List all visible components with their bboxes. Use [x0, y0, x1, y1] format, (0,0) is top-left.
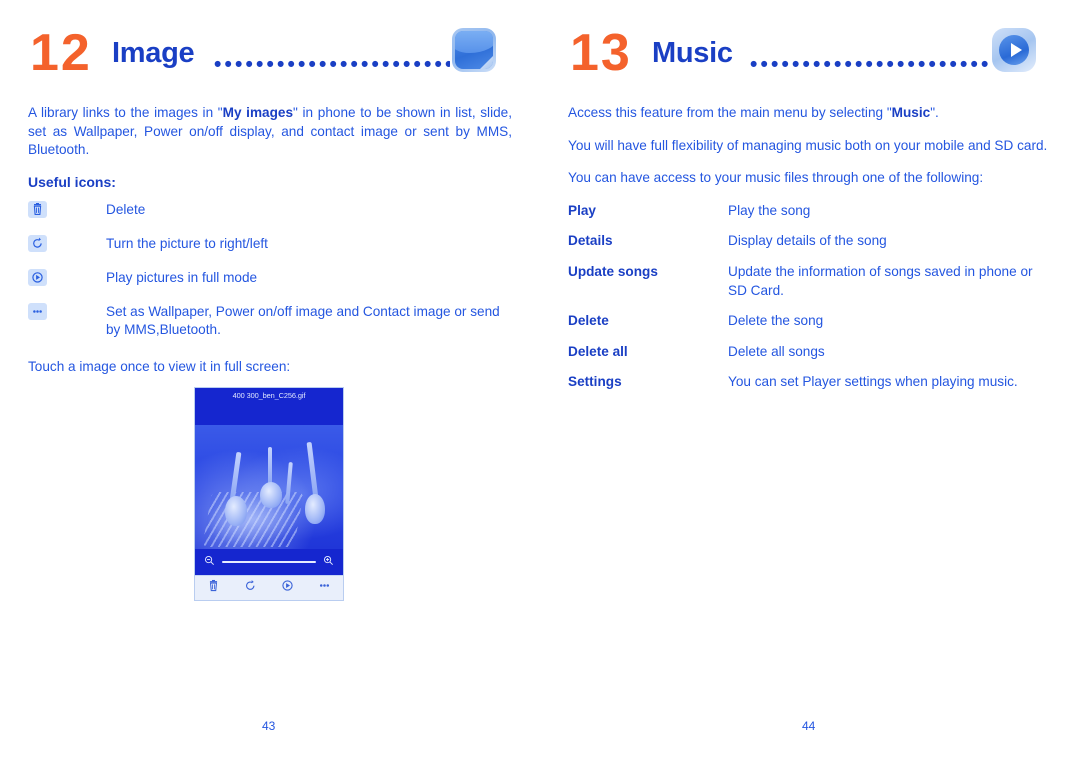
definition-description: Display details of the song	[728, 233, 887, 249]
definition-description: Delete the song	[728, 313, 824, 329]
music-intro-after: ".	[930, 105, 939, 120]
chapter-title: Music	[652, 37, 733, 69]
icon-cell	[28, 234, 106, 257]
chapter-title: Image	[112, 37, 195, 69]
music-intro-paragraph: Access this feature from the main menu b…	[568, 104, 1052, 123]
icon-list-item: Delete	[28, 200, 512, 223]
zoom-in-icon[interactable]	[323, 553, 334, 571]
intro-text-before: A library links to the images in "	[28, 105, 223, 120]
icon-list-item: Turn the picture to right/left	[28, 234, 512, 257]
definition-term: Settings	[568, 374, 622, 390]
dot-leader: •••••••••••••••••••••••••••••	[214, 60, 450, 70]
chapter-number: 13	[570, 24, 632, 82]
definition-row: Settings You can set Player settings whe…	[568, 373, 1052, 392]
definition-description: Update the information of songs saved in…	[728, 263, 1033, 298]
music-intro-before: Access this feature from the main menu b…	[568, 105, 892, 120]
icon-list-label: Play pictures in full mode	[106, 269, 258, 285]
music-play-icon	[992, 28, 1040, 76]
screenshot-toolbar	[195, 574, 343, 600]
rotate-right-icon[interactable]	[243, 578, 258, 598]
definition-term: Delete all	[568, 343, 628, 359]
page-number: 44	[802, 719, 816, 733]
image-picture-icon	[452, 28, 500, 76]
icon-list-item: Play pictures in full mode	[28, 268, 512, 291]
definition-row: Update songs Update the information of s…	[568, 263, 1052, 300]
icon-cell	[28, 200, 106, 223]
icon-list-label: Set as Wallpaper, Power on/off image and…	[106, 303, 500, 338]
trash-delete-icon[interactable]	[206, 578, 221, 598]
page-number: 43	[262, 719, 276, 733]
phone-screenshot: 400 300_ben_C256.gif	[194, 386, 344, 601]
chapter-header-image: 12 Image •••••••••••••••••••••••••••••	[28, 24, 512, 88]
intro-paragraph: A library links to the images in "My ima…	[28, 104, 512, 160]
definition-term: Delete	[568, 313, 609, 329]
definition-term: Update songs	[568, 263, 658, 279]
icon-list-label: Delete	[106, 201, 146, 217]
definition-row: Delete Delete the song	[568, 312, 1052, 331]
definition-row: Delete all Delete all songs	[568, 343, 1052, 362]
definition-term: Play	[568, 202, 596, 218]
chapter-header-music: 13 Music •••••••••••••••••••••••••••••	[568, 24, 1052, 88]
definition-description: You can set Player settings when playing…	[728, 374, 1018, 390]
definition-description: Play the song	[728, 202, 811, 218]
icon-cell	[28, 302, 106, 325]
icon-list-label: Turn the picture to right/left	[106, 235, 268, 251]
definition-description: Delete all songs	[728, 343, 825, 359]
useful-icons-subheading: Useful icons:	[28, 173, 116, 190]
zoom-out-icon[interactable]	[204, 553, 215, 571]
icon-cell	[28, 268, 106, 291]
music-intro-bold: Music	[891, 105, 931, 120]
right-page: 13 Music ••••••••••••••••••••••••••••• A…	[540, 0, 1080, 767]
music-paragraph-3: You can have access to your music files …	[568, 170, 984, 186]
music-paragraph-2: You will have full flexibility of managi…	[568, 137, 1048, 153]
zoom-slider[interactable]	[195, 548, 343, 575]
useful-icons-list: Delete Turn the picture to right/left Pl…	[28, 200, 512, 340]
more-dots-icon	[28, 302, 47, 320]
rotate-right-icon	[28, 234, 47, 252]
dot-leader: •••••••••••••••••••••••••••••	[750, 60, 990, 70]
music-options-list: Play Play the song Details Display detai…	[568, 202, 1052, 392]
chapter-number: 12	[30, 24, 92, 82]
left-page: 12 Image ••••••••••••••••••••••••••••• A…	[0, 0, 540, 767]
icon-list-item: Set as Wallpaper, Power on/off image and…	[28, 302, 512, 340]
intro-text-bold: My images	[222, 105, 294, 120]
trash-delete-icon	[28, 200, 47, 218]
definition-row: Details Display details of the song	[568, 232, 1052, 251]
screenshot-caption: Touch a image once to view it in full sc…	[28, 358, 291, 374]
play-circle-icon	[28, 268, 47, 286]
definition-row: Play Play the song	[568, 202, 1052, 221]
play-circle-icon[interactable]	[280, 578, 295, 598]
screenshot-photo	[195, 402, 343, 549]
zoom-slider-track[interactable]	[222, 560, 316, 563]
more-dots-icon[interactable]	[317, 578, 332, 598]
screenshot-filename: 400 300_ben_C256.gif	[195, 387, 343, 403]
definition-term: Details	[568, 233, 613, 249]
